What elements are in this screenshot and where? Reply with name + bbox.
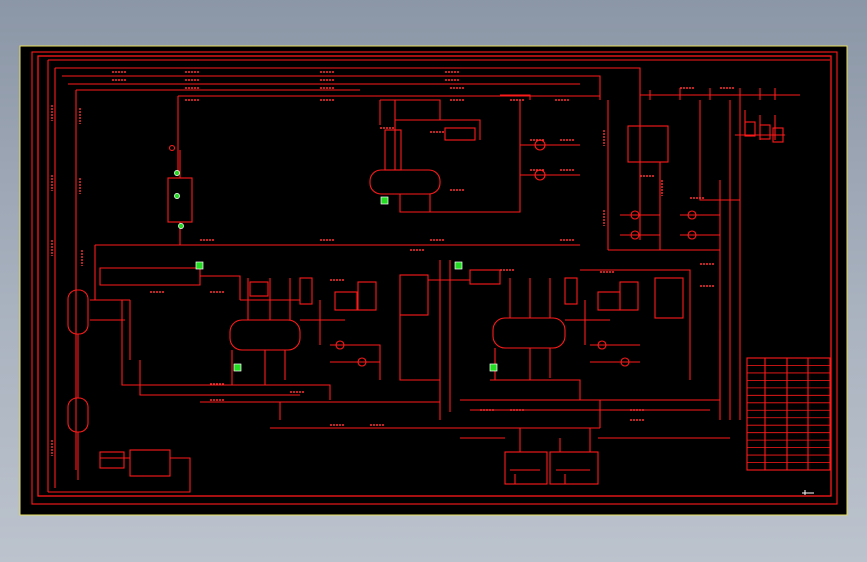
cad-viewport[interactable] xyxy=(0,0,867,562)
selected-object-marker xyxy=(454,261,463,270)
piping-diagram-drawing[interactable] xyxy=(0,0,867,562)
selected-object-marker xyxy=(178,223,184,229)
selected-object-marker xyxy=(233,363,242,372)
selected-object-marker xyxy=(174,170,180,176)
selected-object-marker xyxy=(489,363,498,372)
selected-object-marker xyxy=(380,196,389,205)
selected-object-marker xyxy=(195,261,204,270)
selected-object-marker xyxy=(174,193,180,199)
